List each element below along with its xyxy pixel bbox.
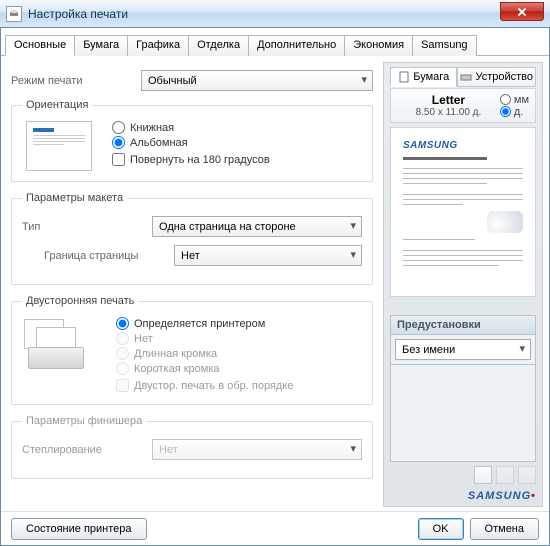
paper-dim: 8.50 x 11.00 д.: [397, 107, 500, 118]
radio-unit-in[interactable]: д.: [500, 106, 529, 118]
print-mode-select[interactable]: Обычный: [141, 70, 373, 91]
right-pane: Бумага Устройство Letter 8.50 x 11.00 д.…: [383, 62, 543, 507]
duplex-thumbnail: [22, 317, 102, 375]
stapling-label: Степлирование: [22, 444, 152, 456]
layout-type-select[interactable]: Одна страница на стороне: [152, 216, 362, 237]
print-mode-label: Режим печати: [11, 75, 141, 87]
preview-image: [487, 211, 523, 233]
preview-logo: SAMSUNG: [403, 140, 523, 151]
device-icon: [460, 71, 472, 83]
presets-label: Предустановки: [390, 315, 536, 335]
preset-save-icon: [496, 466, 514, 484]
brand-logo: SAMSUNG•: [390, 488, 536, 502]
tab-paper[interactable]: Бумага: [74, 35, 128, 56]
orientation-thumbnail: [26, 121, 92, 171]
cancel-button[interactable]: Отмена: [470, 518, 539, 540]
finisher-group: Параметры финишера Степлирование Нет: [11, 415, 373, 479]
printer-icon: [6, 6, 22, 22]
preset-delete-icon: [518, 466, 536, 484]
radio-duplex-none: Нет: [116, 332, 293, 345]
left-pane: Режим печати Обычный Ориентация Книжная …: [7, 62, 383, 507]
window-title: Настройка печати: [28, 7, 128, 21]
preset-list: [390, 365, 536, 462]
tab-finishing[interactable]: Отделка: [188, 35, 249, 56]
check-duplex-reverse: Двустор. печать в обр. порядке: [116, 379, 293, 392]
check-rotate180[interactable]: Повернуть на 180 градусов: [112, 153, 270, 166]
tab-eco[interactable]: Экономия: [344, 35, 413, 56]
page-border-select[interactable]: Нет: [174, 245, 362, 266]
radio-unit-mm[interactable]: мм: [500, 94, 529, 106]
printer-status-button[interactable]: Состояние принтера: [11, 518, 147, 540]
tab-advanced[interactable]: Дополнительно: [248, 35, 345, 56]
duplex-legend: Двусторонняя печать: [22, 295, 138, 307]
preset-new-icon[interactable]: [474, 466, 492, 484]
layout-legend: Параметры макета: [22, 192, 127, 204]
orientation-legend: Ориентация: [22, 99, 92, 111]
right-tab-paper[interactable]: Бумага: [390, 67, 457, 87]
paper-icon: [398, 71, 410, 83]
right-tab-device[interactable]: Устройство: [457, 67, 536, 87]
radio-portrait[interactable]: Книжная: [112, 121, 270, 134]
orientation-group: Ориентация Книжная Альбомная Повернуть н…: [11, 99, 373, 182]
ok-button[interactable]: OK: [418, 518, 464, 540]
tab-basic[interactable]: Основные: [5, 35, 75, 56]
paper-info: Letter 8.50 x 11.00 д. мм д.: [390, 88, 536, 123]
tab-samsung[interactable]: Samsung: [412, 35, 476, 56]
close-icon: [516, 6, 528, 18]
page-preview: SAMSUNG: [390, 127, 536, 297]
finisher-legend: Параметры финишера: [22, 415, 146, 427]
radio-duplex-short: Короткая кромка: [116, 362, 293, 375]
radio-duplex-long: Длинная кромка: [116, 347, 293, 360]
paper-name: Letter: [397, 93, 500, 107]
radio-duplex-printer[interactable]: Определяется принтером: [116, 317, 293, 330]
radio-landscape[interactable]: Альбомная: [112, 136, 270, 149]
footer: Состояние принтера OK Отмена: [1, 511, 549, 545]
stapling-select: Нет: [152, 439, 362, 460]
page-border-label: Граница страницы: [22, 250, 174, 262]
tab-strip: Основные Бумага Графика Отделка Дополнит…: [1, 28, 549, 56]
preset-select[interactable]: Без имени: [395, 339, 531, 360]
layout-group: Параметры макета Тип Одна страница на ст…: [11, 192, 373, 285]
close-button[interactable]: [500, 2, 544, 21]
layout-type-label: Тип: [22, 221, 152, 233]
titlebar: Настройка печати: [0, 0, 550, 28]
duplex-group: Двусторонняя печать Определяется принтер…: [11, 295, 373, 405]
tab-graphics[interactable]: Графика: [127, 35, 189, 56]
